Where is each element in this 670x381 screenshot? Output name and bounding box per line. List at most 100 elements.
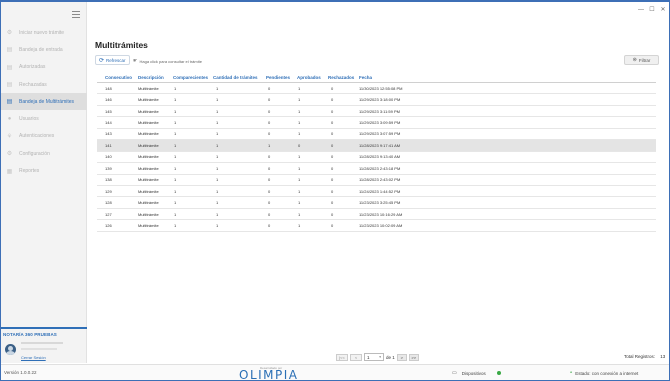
table-cell: Multitrámite (138, 120, 159, 126)
filter-label: Filtrar (638, 57, 651, 63)
column-header[interactable]: Comparecientes (173, 75, 213, 80)
sidebar-item-label: Rechazadas (19, 81, 47, 88)
table-cell: 11/23/2023 10:16:29 AM (359, 211, 403, 217)
table-row[interactable]: 138 Multitrámite 1 1 0 1 0 11/28/2023 2:43:02 P… (97, 175, 656, 186)
table-cell: 11/28/2023 9:13:40 AM (359, 154, 401, 160)
table-cell: 1 (268, 142, 271, 148)
table-cell: 141 (105, 142, 112, 148)
sidebar-item-configuracion[interactable]: ⚙ Configuración (1, 145, 87, 162)
table-cell: 0 (268, 222, 271, 228)
table-cell: 140 (105, 154, 112, 160)
table-body: 148 Multitrámite 1 1 0 1 0 11/30/2023 12:55:08 … (97, 83, 656, 232)
table-row[interactable]: 126 Multitrámite 1 1 0 1 0 11/23/2023 10:02:09 … (97, 220, 656, 232)
table-cell: Multitrámite (138, 97, 159, 103)
sidebar-item-bandeja-de-entrada[interactable]: ▤ Bandeja de entrada (1, 41, 87, 58)
sidebar-item-label: Configuración (19, 150, 50, 157)
table-cell: 11/28/2023 9:17:41 AM (359, 142, 401, 148)
table-row[interactable]: 139 Multitrámite 1 1 0 1 0 11/28/2023 2:43:18 P… (97, 163, 656, 175)
sidebar-item-label: Reportes (19, 168, 40, 175)
table-row[interactable]: 145 Multitrámite 1 1 0 1 0 11/29/2023 3:11:59 P… (97, 106, 656, 118)
table-cell: 1 (216, 165, 219, 171)
status-bar: Versión 1.0.0.22 Desarrollado por OLIMPI… (1, 364, 669, 381)
avatar (5, 344, 16, 355)
table-cell: Multitrámite (138, 177, 159, 183)
table-cell: 1 (298, 165, 301, 171)
sidebar-item-autenticaciones[interactable]: ⚘ Autenticaciones (1, 128, 87, 145)
devices-indicator[interactable]: ▭ Dispositivos (452, 370, 486, 376)
devices-label: Dispositivos (461, 370, 486, 376)
table-row[interactable]: 144 Multitrámite 1 1 0 1 0 11/29/2023 3:09:59 P… (97, 117, 656, 129)
table-cell: 1 (298, 188, 301, 194)
table-row[interactable]: 141 Multitrámite 1 1 1 0 0 11/28/2023 9:17:41 A… (97, 140, 656, 152)
column-header[interactable]: Consecutivo (105, 75, 138, 80)
maximize-button[interactable]: ☐ (648, 7, 656, 13)
next-page-button[interactable]: > (396, 353, 407, 361)
sidebar: ⚙ Iniciar nuevo trámite ▤ Bandeja de entrad… (1, 2, 87, 363)
table-cell: Multitrámite (138, 200, 159, 206)
sidebar-item-bandeja-de-multitramites[interactable]: ▤ Bandeja de Multitrámites (1, 93, 87, 111)
devices-icon: ▭ (452, 370, 457, 376)
table-row[interactable]: 146 Multitrámite 1 1 0 1 0 11/29/2023 3:18:00 P… (97, 94, 656, 106)
table-cell: 1 (174, 97, 177, 103)
table-cell: Multitrámite (138, 188, 159, 194)
column-header[interactable]: Fecha (359, 75, 439, 80)
column-header[interactable]: Descripción (138, 75, 173, 80)
close-button[interactable]: ✕ (659, 7, 667, 13)
hamburger-menu-icon[interactable] (72, 11, 80, 18)
sidebar-item-reportes[interactable]: ▦ Reportes (1, 162, 87, 179)
logout-link[interactable]: Cerrar Sesión (21, 355, 46, 360)
table-cell: 11/29/2023 3:11:59 PM (359, 108, 400, 114)
table-row[interactable]: 148 Multitrámite 1 1 0 1 0 11/30/2023 12:55:08 … (97, 83, 656, 95)
column-header[interactable]: Pendientes (266, 75, 297, 80)
connection-status: ⚬ Estado: con conexión a internet (569, 370, 638, 376)
table-cell: 0 (268, 211, 271, 217)
table-cell: 1 (216, 97, 219, 103)
table-cell: 1 (216, 188, 219, 194)
table-cell: 0 (331, 85, 334, 91)
filter-button[interactable]: ⊜ Filtrar (624, 55, 659, 65)
table-cell: 1 (298, 131, 301, 137)
table-cell: 0 (268, 108, 271, 114)
sidebar-item-rechazadas[interactable]: ▤ Rechazadas (1, 76, 87, 93)
table-cell: 128 (105, 200, 112, 206)
table-cell: Multitrámite (138, 222, 159, 228)
page-select[interactable]: 1 ▾ (364, 353, 384, 361)
sidebar-item-iniciar-nuevo-tramite[interactable]: ⚙ Iniciar nuevo trámite (1, 24, 87, 41)
table-row[interactable]: 127 Multitrámite 1 1 0 1 0 11/23/2023 10:16:29 … (97, 209, 656, 221)
table-row[interactable]: 129 Multitrámite 1 1 0 1 0 11/24/2023 1:44:52 P… (97, 186, 656, 198)
table-cell: 1 (174, 85, 177, 91)
table-cell: 0 (268, 188, 271, 194)
table-row[interactable]: 128 Multitrámite 1 1 0 1 0 11/23/2023 3:25:45 P… (97, 197, 656, 209)
sidebar-item-label: Bandeja de Multitrámites (19, 98, 75, 105)
table-row[interactable]: 140 Multitrámite 1 1 0 1 0 11/28/2023 9:13:40 A… (97, 152, 656, 164)
table-cell: 1 (298, 97, 301, 103)
wifi-icon: ⚬ (569, 370, 574, 376)
table-cell: 11/23/2023 10:02:09 AM (359, 222, 403, 228)
column-header[interactable]: Aprobados (297, 75, 328, 80)
table-cell: 0 (331, 154, 334, 160)
first-page-button[interactable]: |<< (336, 353, 348, 361)
last-page-button[interactable]: >> (408, 353, 419, 361)
page-of-text: de 1 (386, 354, 395, 360)
table-row[interactable]: 143 Multitrámite 1 1 0 1 0 11/29/2023 3:07:59 P… (97, 129, 656, 141)
document-icon: ▤ (6, 64, 13, 71)
table-cell: 11/28/2023 2:43:18 PM (359, 165, 401, 171)
table-cell: 1 (298, 108, 301, 114)
column-header[interactable]: Rechazados (328, 75, 359, 80)
table-cell: 11/23/2023 3:25:45 PM (359, 200, 401, 206)
filter-icon: ⊜ (632, 57, 637, 63)
table-cell: 0 (268, 200, 271, 206)
sidebar-item-label: Iniciar nuevo trámite (19, 29, 65, 36)
prev-page-button[interactable]: < (350, 353, 362, 361)
hint: ☛ Haga click para consultar el trámite (133, 58, 202, 64)
table-cell: 0 (331, 97, 334, 103)
pagination: |<< < 1 ▾ de 1 > >> (336, 353, 421, 361)
minimize-button[interactable]: — (637, 7, 645, 13)
table-cell: 1 (174, 211, 177, 217)
refresh-button[interactable]: ⟳ Refrescar (95, 55, 130, 65)
total-value: 13 (660, 354, 666, 359)
column-header[interactable]: Cantidad de trámites (213, 75, 266, 80)
sidebar-item-autorizadas[interactable]: ▤ Autorizadas (1, 59, 87, 76)
refresh-icon: ⟳ (99, 57, 105, 64)
sidebar-item-usuarios[interactable]: ● Usuarios (1, 110, 87, 127)
